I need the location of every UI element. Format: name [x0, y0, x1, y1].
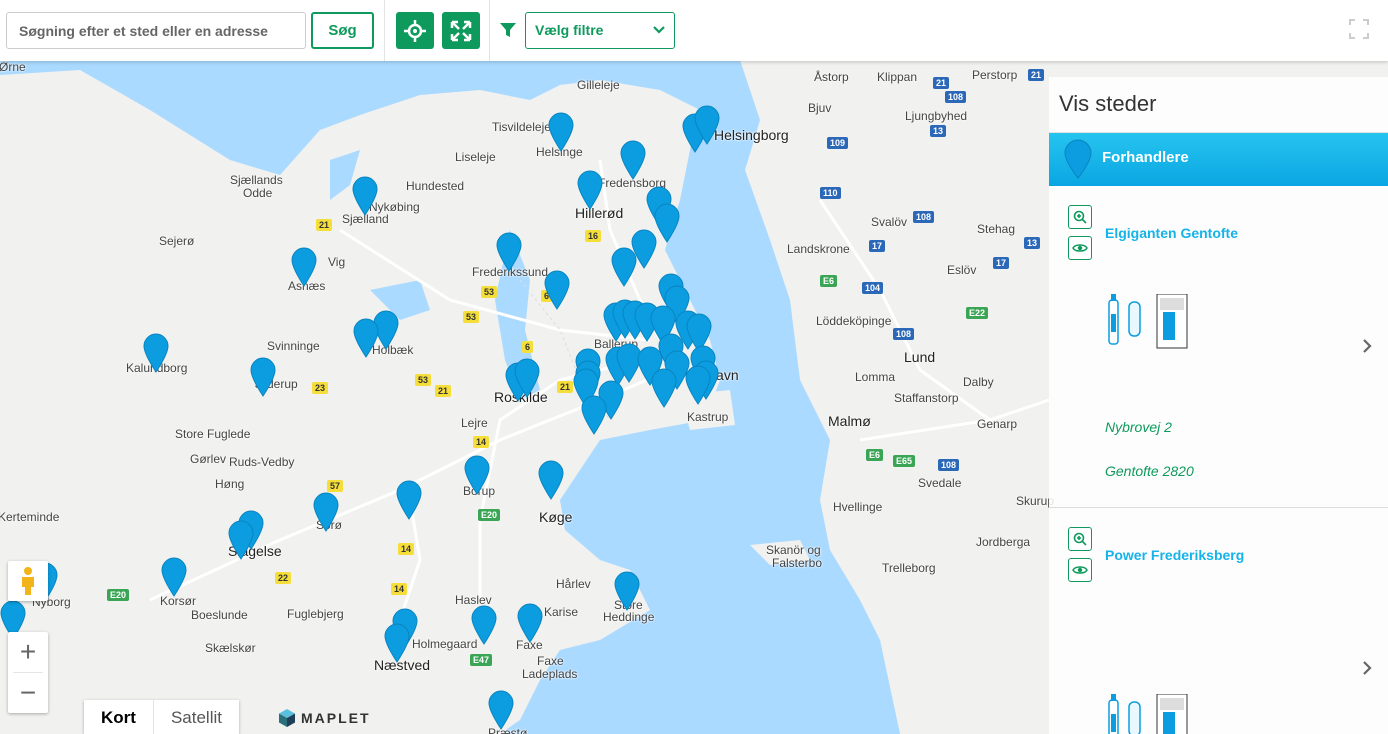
chevron-right-icon[interactable]: [1362, 338, 1372, 354]
toolbar-divider: [489, 0, 490, 61]
filter-dropdown-label: Vælg filtre: [535, 22, 604, 38]
dealer-map-pin[interactable]: [620, 140, 646, 180]
maplet-cube-icon: [279, 709, 295, 727]
eye-icon: [1072, 566, 1088, 574]
dealer-card[interactable]: Power Frederiksberg: [1049, 508, 1388, 734]
dealer-name[interactable]: Elgiganten Gentofte: [1105, 225, 1238, 241]
dealer-map-pin[interactable]: [228, 520, 254, 560]
dealer-map-pin[interactable]: [685, 365, 711, 405]
dealer-map-pin[interactable]: [694, 105, 720, 145]
maplet-logo-text: MAPLET: [301, 710, 371, 726]
dealer-map-pin[interactable]: [654, 203, 680, 243]
map-type-satellite-button[interactable]: Satellit: [154, 700, 239, 734]
panel-title: Vis steder: [1059, 91, 1157, 116]
dealer-map-pin[interactable]: [611, 247, 637, 287]
dealer-map-pin[interactable]: [396, 480, 422, 520]
dealer-map-pin[interactable]: [577, 170, 603, 210]
search-input[interactable]: [6, 12, 306, 49]
show-button[interactable]: [1068, 558, 1092, 582]
show-button[interactable]: [1068, 236, 1092, 260]
filter-dropdown[interactable]: Vælg filtre: [525, 12, 675, 49]
chevron-down-icon: [653, 26, 665, 34]
map-type-map-button[interactable]: Kort: [84, 700, 154, 734]
dealer-map-pin[interactable]: [488, 690, 514, 730]
filter-icon: [500, 23, 516, 37]
zoom-in-icon: [1073, 532, 1087, 546]
zoom-to-button[interactable]: [1068, 527, 1092, 551]
chevron-right-icon[interactable]: [1362, 660, 1372, 676]
dealer-map-pin[interactable]: [614, 571, 640, 611]
dealer-street: Nybrovej 2: [1105, 419, 1172, 435]
top-toolbar: Søg Vælg filtre: [0, 0, 1388, 61]
zoom-in-icon: [1073, 210, 1087, 224]
category-header[interactable]: Forhandlere: [1049, 133, 1388, 186]
dealer-map-pin[interactable]: [651, 368, 677, 408]
expand-arrows-icon: [450, 20, 472, 41]
dealer-map-pin[interactable]: [538, 460, 564, 500]
dealer-map-pin[interactable]: [581, 395, 607, 435]
map-type-control: Kort Satellit: [84, 700, 239, 734]
search-button[interactable]: Søg: [311, 12, 374, 49]
category-label: Forhandlere: [1102, 149, 1189, 166]
dealer-map-pin[interactable]: [384, 623, 410, 663]
dealer-map-pin[interactable]: [544, 270, 570, 310]
crosshair-icon: [404, 19, 426, 42]
zoom-control: + −: [8, 632, 48, 713]
eye-icon: [1072, 244, 1088, 252]
dealer-map-pin[interactable]: [161, 557, 187, 597]
locate-button[interactable]: [396, 12, 434, 49]
products-icon: [1108, 294, 1188, 349]
dealer-map-pin[interactable]: [517, 603, 543, 643]
dealer-city: Gentofte 2820: [1105, 463, 1194, 479]
street-view-pegman[interactable]: [8, 561, 48, 601]
dealer-map-pin[interactable]: [471, 605, 497, 645]
dealer-map-pin[interactable]: [250, 357, 276, 397]
fit-bounds-button[interactable]: [442, 12, 480, 49]
zoom-out-button[interactable]: −: [8, 673, 48, 713]
app: Ængelholm Ballingslöv Knislinge Åstorp K…: [0, 0, 1388, 734]
products-icon: [1108, 694, 1188, 734]
dealer-map-pin[interactable]: [313, 492, 339, 532]
dealer-map-pin[interactable]: [291, 247, 317, 287]
dealer-map-pin[interactable]: [464, 455, 490, 495]
fullscreen-icon[interactable]: [1349, 19, 1369, 39]
toolbar-divider: [384, 0, 385, 61]
dealer-name[interactable]: Power Frederiksberg: [1105, 547, 1244, 563]
dealer-map-pin[interactable]: [496, 232, 522, 272]
map-pin-icon: [1064, 139, 1092, 179]
zoom-to-button[interactable]: [1068, 205, 1092, 229]
dealer-map-pin[interactable]: [548, 112, 574, 152]
dealer-card[interactable]: Elgiganten Gentofte Nybrovej 2 Gentofte …: [1049, 186, 1388, 507]
dealer-map-pin[interactable]: [514, 358, 540, 398]
maplet-logo: MAPLET: [278, 708, 371, 728]
pegman-icon: [22, 567, 34, 595]
dealer-map-pin[interactable]: [143, 333, 169, 373]
dealer-map-pin[interactable]: [353, 318, 379, 358]
zoom-in-button[interactable]: +: [8, 632, 48, 672]
dealer-map-pin[interactable]: [352, 176, 378, 216]
locations-panel: Vis steder Forhandlere Elgiganten Gentof…: [1049, 77, 1388, 734]
